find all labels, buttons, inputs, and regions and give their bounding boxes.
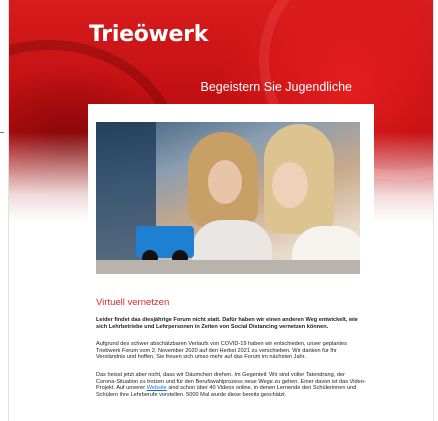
hero-photo bbox=[96, 122, 360, 274]
hero-tagline: Begeistern Sie Jugendliche bbox=[200, 80, 353, 94]
photo-girl-left-face bbox=[208, 160, 242, 204]
section-title: Virtuell vernetzen bbox=[96, 297, 170, 308]
intro-paragraph: Leider findet das diesjährige Forum nich… bbox=[96, 317, 358, 330]
content-card: Virtuell vernetzen Leider findet das die… bbox=[88, 104, 374, 421]
body-paragraph-with-link: Das heisst jetzt aber nicht, dass wir Dä… bbox=[96, 372, 366, 399]
body-paragraph: Aufgrund des schwer abschätzbaren Verlau… bbox=[96, 341, 347, 361]
edge-marker bbox=[0, 132, 4, 133]
website-link[interactable]: Website bbox=[147, 385, 167, 391]
photo-table bbox=[96, 260, 360, 274]
photo-girl-right-face bbox=[272, 162, 308, 208]
brand-logo[interactable]: Trieöwerk bbox=[89, 22, 208, 47]
